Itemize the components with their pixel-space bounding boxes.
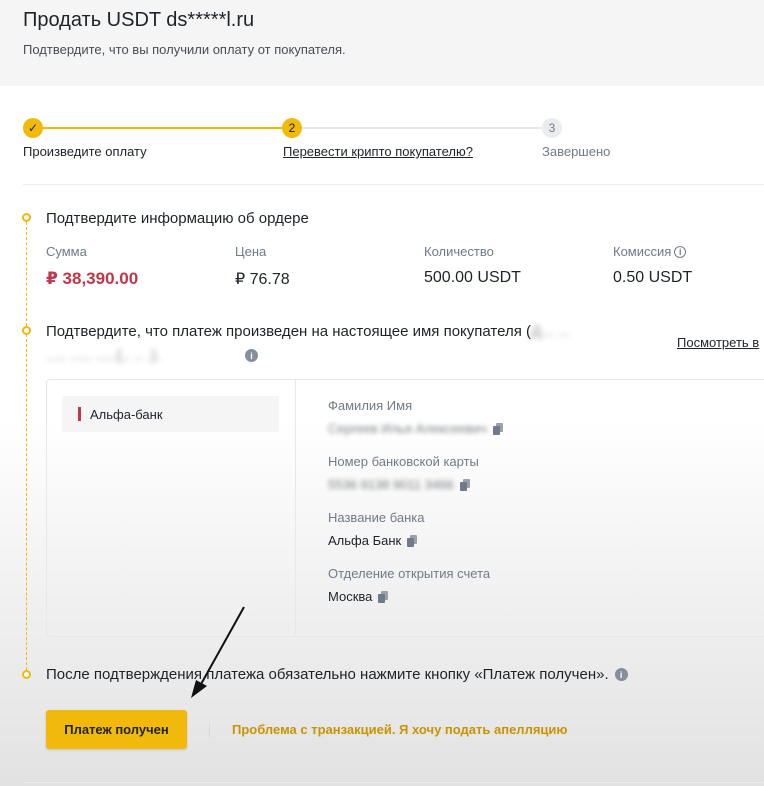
annotation-arrow (191, 606, 245, 698)
arrow-head (191, 680, 207, 698)
arrow-shaft (199, 606, 245, 687)
